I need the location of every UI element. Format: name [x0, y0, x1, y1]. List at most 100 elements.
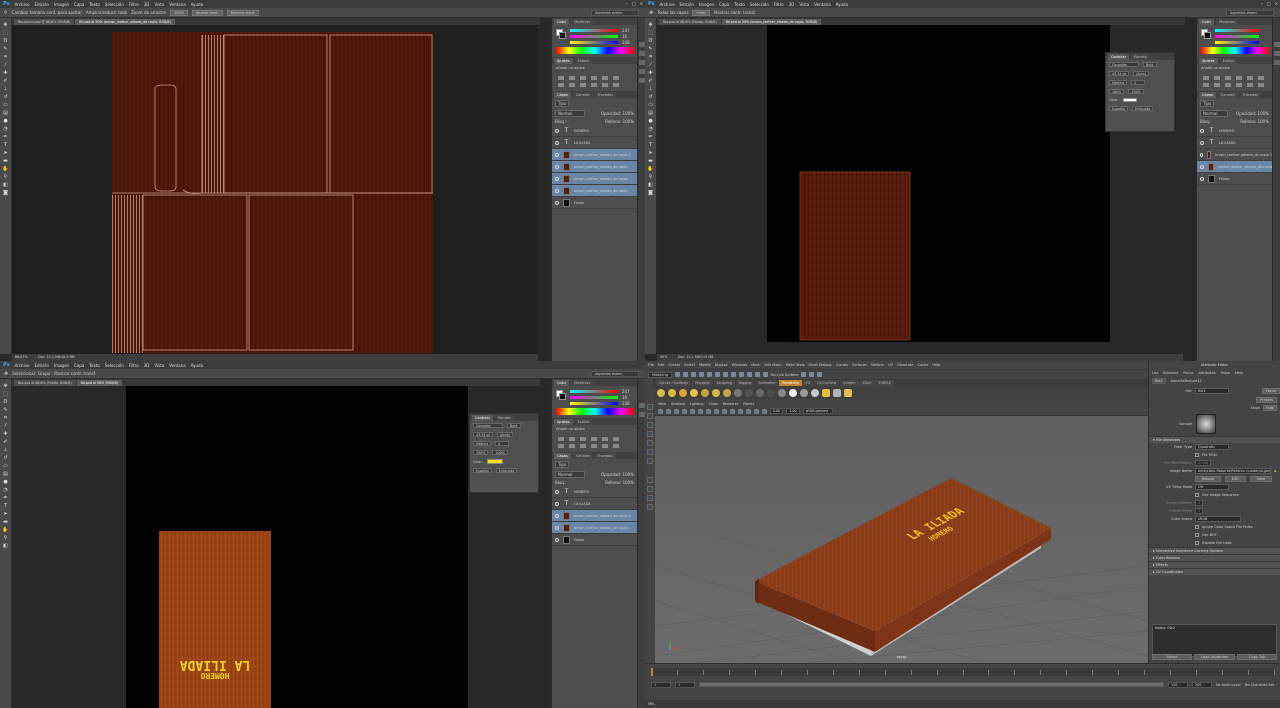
text-color-swatch[interactable] [486, 459, 503, 464]
ae-tab-file2[interactable]: file2 [1152, 378, 1166, 384]
eraser-icon[interactable]: ▭ [647, 102, 654, 108]
eraser-icon[interactable]: ▭ [2, 102, 9, 108]
maya-menu-edit-mesh[interactable]: Edit Mesh [764, 363, 781, 367]
b-slider[interactable] [1215, 41, 1259, 44]
g-value[interactable]: 16 [622, 395, 627, 400]
layer-row[interactable]: T HOMERO [1197, 125, 1272, 137]
properties-icon[interactable] [1273, 51, 1280, 56]
vibrance-icon[interactable] [602, 76, 608, 80]
path-select-icon[interactable]: ➤ [647, 150, 654, 156]
snap-grid-icon[interactable] [738, 372, 744, 377]
brightness-icon[interactable] [1203, 76, 1209, 80]
maya-menu-mesh-tools[interactable]: Mesh Tools [786, 363, 805, 367]
menu-vista[interactable]: Vista [154, 363, 164, 368]
load-attributes-button[interactable]: Load Attributes [1194, 654, 1235, 660]
stamp-tool-icon[interactable]: ⊥ [2, 447, 9, 453]
document-canvas[interactable]: LA ILIADA HOMERO [12, 386, 538, 708]
menu-ventana[interactable]: Ventana [814, 2, 830, 7]
cover-author-text[interactable]: HOMERO [200, 671, 229, 680]
select-object-icon[interactable] [722, 372, 728, 377]
range-start[interactable]: 1 [675, 681, 695, 688]
ae-menu-help[interactable]: Help [1235, 371, 1243, 375]
brush-tool-icon[interactable]: ✐ [2, 439, 9, 445]
visibility-eye-icon[interactable] [1200, 128, 1204, 133]
viewport-3d[interactable]: LA ILIADA HOMERO persp [655, 416, 1148, 663]
range-bar[interactable] [699, 682, 1164, 687]
kerning[interactable]: Métrica [473, 441, 492, 446]
history-icon[interactable] [1273, 42, 1280, 47]
menu-imagen[interactable]: Imagen [54, 363, 69, 368]
fg-bg-colors-icon[interactable]: ◧ [647, 182, 654, 188]
snap-curve-icon[interactable] [746, 372, 752, 377]
font-family[interactable]: Consolas [1109, 62, 1139, 67]
kind-filter[interactable]: Tipo [555, 461, 570, 468]
tracking[interactable]: 0 [495, 441, 510, 446]
menu-archivo[interactable]: Archivo [15, 2, 30, 7]
menu-3d[interactable]: 3D [144, 2, 150, 7]
layer-row[interactable]: T LA ILIADA [1197, 137, 1272, 149]
invert-icon[interactable] [613, 444, 619, 448]
maya-menu-uv[interactable]: UV [888, 363, 893, 367]
quick-select-icon[interactable]: ✎ [2, 46, 9, 52]
maya-menu-mesh[interactable]: Mesh [751, 363, 760, 367]
workspace-select[interactable]: Aspectos esenc. [591, 371, 639, 377]
camera-icon[interactable] [657, 388, 665, 397]
maya-menu-select[interactable]: Select [684, 363, 695, 367]
undo-icon[interactable] [698, 372, 704, 377]
character-set[interactable]: No Character Set [1245, 683, 1274, 687]
visibility-eye-icon[interactable] [1200, 152, 1203, 157]
resolution-gate-icon[interactable] [706, 408, 711, 414]
menu-texto[interactable]: Texto [734, 2, 745, 7]
properties-icon[interactable] [638, 412, 645, 417]
move-tool-icon[interactable]: ✥ [4, 371, 8, 377]
cover-title-text[interactable]: LA ILIADA [180, 657, 251, 672]
rotate-tool-icon[interactable] [647, 440, 653, 446]
balance-icon[interactable] [1203, 83, 1209, 87]
snap-point-icon[interactable] [754, 372, 760, 377]
visibility-eye-icon[interactable] [555, 164, 559, 169]
layer-row[interactable]: brown_leather_albedo_do copia 2 [1197, 149, 1272, 161]
maya-menu-edit[interactable]: Edit [658, 363, 665, 367]
image-plane-icon[interactable] [682, 408, 687, 414]
hue-icon[interactable] [1258, 76, 1264, 80]
shape-tool-icon[interactable]: ▬ [2, 519, 9, 525]
lookup-icon[interactable] [602, 444, 608, 448]
levels-icon[interactable] [569, 437, 575, 441]
zoom-icon[interactable]: ⚲ [647, 174, 654, 180]
select-tool-icon[interactable] [647, 404, 653, 410]
tab-styles[interactable]: Estilos [574, 58, 593, 64]
font-size[interactable]: 43,34 pt [473, 432, 493, 437]
menu-ayuda[interactable]: Ayuda [191, 2, 203, 7]
blur-icon[interactable]: ● [2, 118, 9, 124]
visibility-eye-icon[interactable] [1200, 176, 1204, 181]
tab-adjustments[interactable]: Ajustes [554, 419, 573, 425]
menu-capa[interactable]: Capa [74, 2, 84, 7]
menu-seleccion[interactable]: Selección [750, 2, 769, 7]
option-transform[interactable]: Mostrar contr. transf. [714, 10, 756, 15]
blur-icon[interactable]: ● [647, 118, 654, 124]
hand-tool-icon[interactable]: ✋ [647, 166, 654, 172]
select-hierarchy-icon[interactable] [714, 372, 720, 377]
history-brush-icon[interactable]: ↺ [647, 94, 654, 100]
exposure-icon[interactable] [591, 76, 597, 80]
curves-icon[interactable] [1225, 76, 1231, 80]
gamma-field[interactable]: 1.00 [786, 408, 800, 414]
save-scene-icon[interactable] [690, 372, 696, 377]
levels-icon[interactable] [1214, 76, 1220, 80]
tab-styles[interactable]: Estilos [1219, 58, 1238, 64]
path-select-icon[interactable]: ➤ [2, 150, 9, 156]
option-scrubby[interactable]: Zoom de arrastre [131, 10, 166, 15]
tab-layers[interactable]: Capas [1199, 92, 1216, 98]
ignore-cs-checkbox[interactable] [1195, 525, 1199, 529]
brush-panel-icon[interactable] [638, 60, 645, 65]
menu-filtro[interactable]: Filtro [129, 363, 139, 368]
marquee-tool-icon[interactable]: ⬚ [2, 30, 9, 36]
antialias[interactable]: Enfocado [495, 468, 518, 473]
brush-tool-icon[interactable]: ✐ [647, 78, 654, 84]
film-gate-icon[interactable] [698, 408, 703, 414]
file-node-name[interactable]: file2 [1195, 388, 1229, 394]
option-auto-select[interactable]: Todas las capas [657, 10, 688, 15]
bw-icon[interactable] [1214, 83, 1220, 87]
viewport-menu-panels[interactable]: Panels [743, 402, 754, 406]
maya-menu-generate[interactable]: Generate [897, 363, 913, 367]
